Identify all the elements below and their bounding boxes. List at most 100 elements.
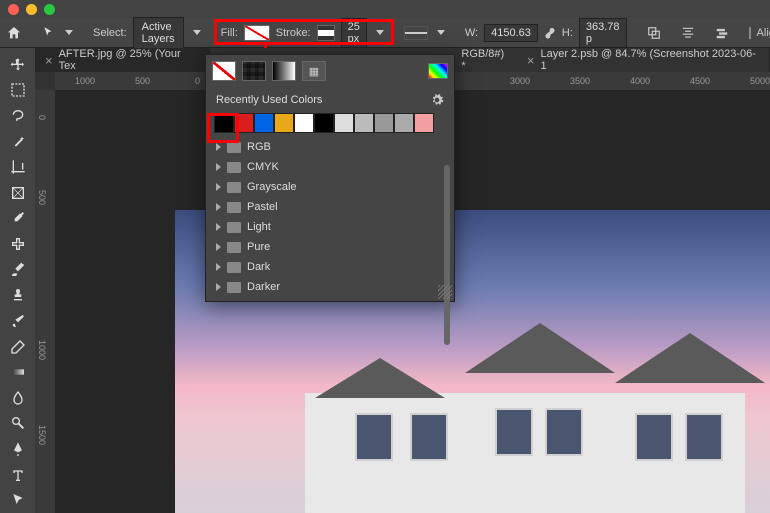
color-folder[interactable]: Pure	[206, 237, 454, 257]
select-label: Select:	[93, 27, 127, 39]
color-swatch[interactable]	[254, 113, 274, 133]
folder-label: Pure	[247, 241, 270, 253]
tab-label: Layer 2.psb @ 84.7% (Screenshot 2023-06-…	[540, 48, 759, 72]
link-icon[interactable]	[544, 22, 556, 44]
fill-swatch[interactable]	[244, 25, 270, 41]
tab-document-1[interactable]: × AFTER.jpg @ 25% (Your Tex	[35, 48, 210, 72]
chevron-right-icon	[216, 263, 221, 271]
tab-label: AFTER.jpg @ 25% (Your Tex	[59, 48, 199, 72]
close-icon[interactable]: ×	[45, 53, 53, 68]
folder-icon	[227, 162, 241, 173]
folder-label: Darker	[247, 281, 280, 293]
color-picker-icon[interactable]	[428, 63, 448, 79]
color-swatch[interactable]	[354, 113, 374, 133]
home-icon[interactable]	[6, 22, 22, 44]
eraser-tool[interactable]	[4, 335, 32, 359]
move-tool[interactable]	[4, 53, 32, 77]
resize-handle[interactable]	[438, 285, 452, 299]
gradient-tool[interactable]	[4, 360, 32, 384]
frame-tool[interactable]	[4, 181, 32, 205]
color-folder[interactable]: Grayscale	[206, 177, 454, 197]
tool-preset-dropdown[interactable]	[65, 30, 73, 35]
chevron-right-icon	[216, 163, 221, 171]
tab-document-2[interactable]: × Layer 2.psb @ 84.7% (Screenshot 2023-0…	[517, 48, 770, 72]
no-color-tab[interactable]	[212, 61, 236, 81]
folder-icon	[227, 202, 241, 213]
crop-tool[interactable]	[4, 155, 32, 179]
move-tool-icon[interactable]	[42, 22, 56, 44]
stamp-tool[interactable]	[4, 283, 32, 307]
align-label: Align	[757, 27, 770, 39]
color-swatch[interactable]	[334, 113, 354, 133]
swatch-row	[206, 113, 454, 133]
blur-tool[interactable]	[4, 386, 32, 410]
gradient-tab[interactable]	[272, 61, 296, 81]
color-swatch[interactable]	[314, 113, 334, 133]
chevron-down-icon[interactable]	[193, 30, 201, 35]
history-brush-tool[interactable]	[4, 309, 32, 333]
chevron-down-icon[interactable]	[376, 30, 384, 35]
chevron-right-icon	[216, 143, 221, 151]
color-swatch[interactable]	[414, 113, 434, 133]
color-swatch[interactable]	[294, 113, 314, 133]
wand-tool[interactable]	[4, 130, 32, 154]
path-selection-tool[interactable]	[4, 488, 32, 512]
scrollbar[interactable]	[444, 165, 450, 345]
chevron-right-icon	[216, 223, 221, 231]
solid-color-tab[interactable]	[242, 61, 266, 81]
color-swatch[interactable]	[394, 113, 414, 133]
folder-icon	[227, 242, 241, 253]
stroke-style[interactable]	[404, 26, 428, 40]
healing-tool[interactable]	[4, 232, 32, 256]
align-icon[interactable]	[681, 22, 695, 44]
gear-icon[interactable]	[430, 93, 444, 107]
tab-suffix: RGB/8#) *	[461, 48, 511, 72]
height-field[interactable]: 363.78 p	[579, 18, 627, 48]
folder-icon	[227, 182, 241, 193]
color-swatch[interactable]	[274, 113, 294, 133]
marquee-tool[interactable]	[4, 79, 32, 103]
close-icon[interactable]: ×	[527, 53, 535, 68]
fill-label: Fill:	[221, 27, 238, 39]
lasso-tool[interactable]	[4, 104, 32, 128]
swatches-header: Recently Used Colors	[216, 94, 322, 106]
color-folders: RGB CMYK Grayscale Pastel Light Pure Dark Darke…	[206, 133, 454, 301]
options-bar: Select: Active Layers Fill: Stroke: 25 p…	[0, 18, 770, 48]
brush-tool[interactable]	[4, 258, 32, 282]
folder-label: Light	[247, 221, 271, 233]
dodge-tool[interactable]	[4, 412, 32, 436]
pattern-tab[interactable]: ▦	[302, 61, 326, 81]
folder-label: Dark	[247, 261, 270, 273]
color-folder[interactable]: Light	[206, 217, 454, 237]
color-swatch[interactable]	[214, 113, 234, 133]
width-field[interactable]: 4150.63	[484, 24, 538, 42]
color-folder[interactable]: Pastel	[206, 197, 454, 217]
type-tool[interactable]	[4, 463, 32, 487]
color-folder[interactable]: Darker	[206, 277, 454, 297]
path-ops-icon[interactable]	[647, 22, 661, 44]
window-controls[interactable]	[8, 4, 55, 15]
stroke-swatch[interactable]	[317, 25, 335, 41]
folder-label: RGB	[247, 141, 271, 153]
color-folder[interactable]: CMYK	[206, 157, 454, 177]
align-checkbox[interactable]	[749, 27, 751, 39]
color-swatch[interactable]	[234, 113, 254, 133]
chevron-right-icon	[216, 183, 221, 191]
chevron-right-icon	[216, 283, 221, 291]
width-label: W:	[465, 27, 478, 39]
pen-tool[interactable]	[4, 437, 32, 461]
color-swatch[interactable]	[374, 113, 394, 133]
color-folder[interactable]: RGB	[206, 137, 454, 157]
ruler-vertical[interactable]: 0 500 1000 1500	[35, 90, 55, 513]
chevron-down-icon[interactable]	[437, 30, 445, 35]
stroke-width-field[interactable]: 25 px	[341, 18, 367, 48]
folder-label: Grayscale	[247, 181, 297, 193]
chevron-right-icon	[216, 203, 221, 211]
color-folder[interactable]: Dark	[206, 257, 454, 277]
arrange-icon[interactable]	[715, 22, 729, 44]
height-label: H:	[562, 27, 573, 39]
folder-icon	[227, 262, 241, 273]
select-mode-dropdown[interactable]: Active Layers	[133, 17, 184, 49]
eyedropper-tool[interactable]	[4, 207, 32, 231]
folder-icon	[227, 282, 241, 293]
